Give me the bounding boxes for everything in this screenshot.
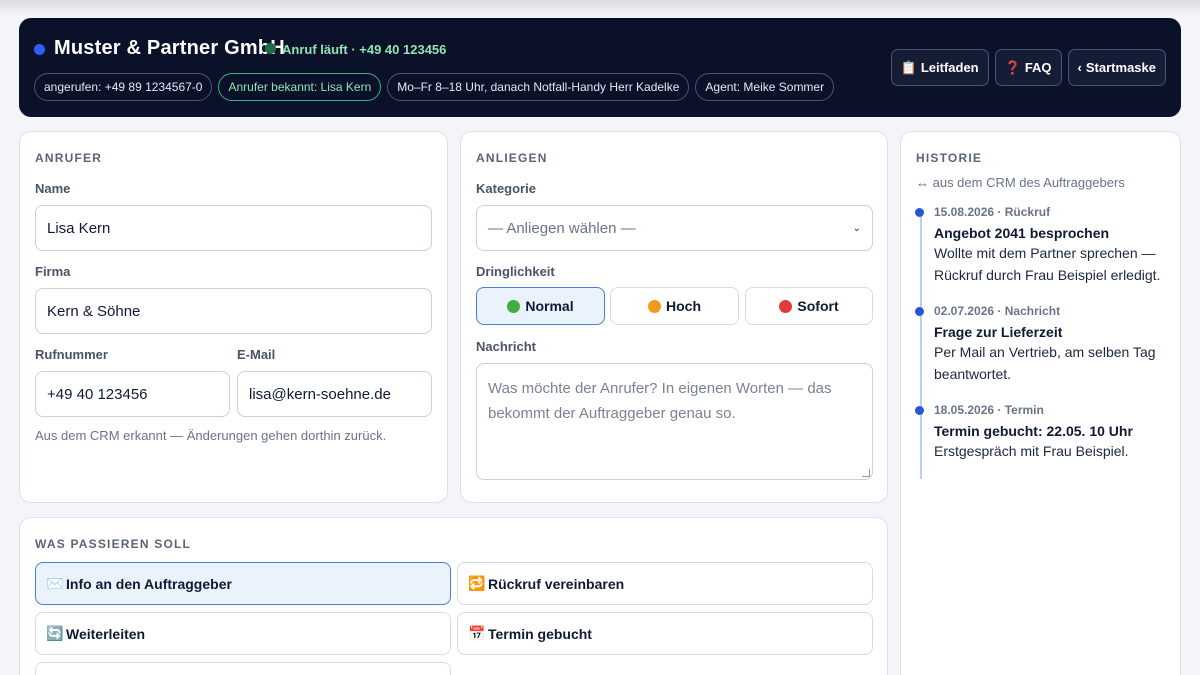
company-field[interactable]: Kern & Söhne	[35, 288, 432, 334]
urgency-label: Dringlichkeit	[476, 264, 555, 279]
green-circle-icon	[507, 299, 521, 313]
category-label: Kategorie	[476, 181, 536, 196]
chip-caller-known: Anrufer bekannt: Lisa Kern	[218, 73, 382, 101]
question-icon: ❓	[1004, 59, 1021, 75]
action-info-client-label: Info an den Auftraggeber	[66, 575, 232, 592]
section-title-history: HISTORIE	[916, 151, 983, 165]
repeat-icon: 🔁	[468, 575, 486, 591]
info-chips: angerufen: +49 89 1234567-0 Anrufer beka…	[34, 73, 835, 101]
header-buttons: 📋 Leitfaden ❓ FAQ ‹ Startmaske	[890, 49, 1166, 86]
home-button[interactable]: ‹ Startmaske	[1067, 49, 1166, 86]
history-item-meta: 15.08.2026 · Rückruf	[934, 205, 1051, 219]
call-active-icon	[265, 43, 276, 54]
call-header: Muster & Partner GmbH Anruf läuft · +49 …	[19, 18, 1181, 117]
clipboard-icon: 📋	[900, 59, 917, 75]
history-item-title: Angebot 2041 besprochen	[934, 225, 1110, 241]
history-item-text: Per Mail an Vertrieb, am selben Tag bean…	[934, 344, 1156, 382]
envelope-icon: ✉️	[46, 575, 64, 591]
email-field[interactable]: lisa@kern-soehne.de	[237, 371, 432, 417]
urgency-normal-button[interactable]: Normal	[476, 287, 605, 325]
phone-label: Rufnummer	[35, 347, 108, 362]
brand-dot-icon	[34, 44, 45, 55]
history-item-text: Erstgespräch mit Frau Beispiel.	[934, 443, 1129, 459]
company-name: Muster & Partner GmbH	[54, 37, 285, 59]
actions-card: WAS PASSIEREN SOLL ✉️ Info an den Auftra…	[19, 517, 888, 675]
timeline-dot-icon	[915, 307, 924, 316]
section-title-actions: WAS PASSIEREN SOLL	[35, 537, 192, 551]
chevron-down-icon: ⌄	[852, 222, 861, 234]
calendar-icon: 📅	[468, 625, 486, 641]
chip-office-hours: Mo–Fr 8–18 Uhr, danach Notfall-Handy Her…	[387, 73, 690, 101]
timeline-dot-icon	[915, 406, 924, 415]
concern-card: ANLIEGEN Kategorie — Anliegen wählen — ⌄…	[460, 131, 888, 503]
guide-button-label: Leitfaden	[920, 60, 979, 75]
call-status: Anruf läuft · +49 40 123456	[282, 42, 447, 57]
timeline-dot-icon	[915, 208, 924, 217]
history-item-text: Wollte mit dem Partner sprechen — Rückru…	[934, 245, 1161, 283]
action-forward[interactable]: 🔄 Weiterleiten	[35, 612, 451, 655]
company-label: Firma	[35, 264, 71, 279]
chip-agent: Agent: Meike Sommer	[695, 73, 835, 101]
urgency-high-label: Hoch	[666, 298, 701, 314]
chip-dialed-number: angerufen: +49 89 1234567-0	[34, 73, 213, 101]
name-label: Name	[35, 181, 71, 196]
home-button-label: Startmaske	[1085, 60, 1156, 75]
history-item-title: Termin gebucht: 22.05. 10 Uhr	[934, 423, 1133, 439]
action-info-client[interactable]: ✉️ Info an den Auftraggeber	[35, 562, 451, 605]
action-callback[interactable]: 🔁 Rückruf vereinbaren	[457, 562, 873, 605]
crm-hint: Aus dem CRM erkannt — Änderungen gehen d…	[35, 428, 387, 443]
message-label: Nachricht	[476, 339, 536, 354]
history-item[interactable]: 18.05.2026 · Termin Termin gebucht: 22.0…	[915, 403, 1164, 462]
action-appointment[interactable]: 📅 Termin gebucht	[457, 612, 873, 655]
message-placeholder: Was möchte der Anrufer? In eigenen Worte…	[488, 380, 832, 422]
section-title-concern: ANLIEGEN	[476, 151, 548, 165]
faq-button[interactable]: ❓ FAQ	[994, 49, 1062, 86]
category-select[interactable]: — Anliegen wählen — ⌄	[476, 205, 873, 251]
urgency-normal-label: Normal	[525, 298, 574, 314]
history-card: HISTORIE ↔ aus dem CRM des Auftraggebers…	[900, 131, 1181, 675]
red-circle-icon	[779, 299, 793, 313]
urgency-immediate-label: Sofort	[797, 298, 839, 314]
history-item[interactable]: 02.07.2026 · Nachricht Frage zur Lieferz…	[915, 304, 1164, 385]
action-callback-label: Rückruf vereinbaren	[488, 575, 625, 592]
chevron-left-icon: ‹	[1077, 60, 1082, 75]
history-item[interactable]: 15.08.2026 · Rückruf Angebot 2041 bespro…	[915, 205, 1164, 286]
urgency-immediate-button[interactable]: Sofort	[745, 287, 873, 325]
timeline-line	[920, 211, 922, 479]
caller-card: ANRUFER Name Lisa Kern Firma Kern & Söhn…	[19, 131, 448, 503]
history-item-meta: 18.05.2026 · Termin	[934, 403, 1044, 417]
action-appointment-label: Termin gebucht	[488, 625, 592, 642]
top-shade	[0, 0, 1200, 16]
action-more[interactable]	[35, 662, 451, 675]
message-textarea[interactable]: Was möchte der Anrufer? In eigenen Worte…	[476, 363, 873, 480]
history-item-title: Frage zur Lieferzeit	[934, 324, 1063, 340]
email-label: E-Mail	[237, 347, 276, 362]
faq-button-label: FAQ	[1024, 60, 1052, 75]
resize-handle-icon[interactable]	[862, 469, 870, 477]
history-source: ↔ aus dem CRM des Auftraggebers	[916, 175, 1125, 190]
urgency-high-button[interactable]: Hoch	[610, 287, 739, 325]
history-item-meta: 02.07.2026 · Nachricht	[934, 304, 1061, 318]
section-title-caller: ANRUFER	[35, 151, 103, 165]
category-select-value: — Anliegen wählen —	[488, 219, 636, 237]
phone-field[interactable]: +49 40 123456	[35, 371, 230, 417]
action-forward-label: Weiterleiten	[66, 625, 146, 642]
guide-button[interactable]: 📋 Leitfaden	[890, 49, 989, 86]
forward-arrow-icon: 🔄	[46, 625, 64, 641]
orange-circle-icon	[648, 299, 661, 313]
name-field[interactable]: Lisa Kern	[35, 205, 432, 251]
